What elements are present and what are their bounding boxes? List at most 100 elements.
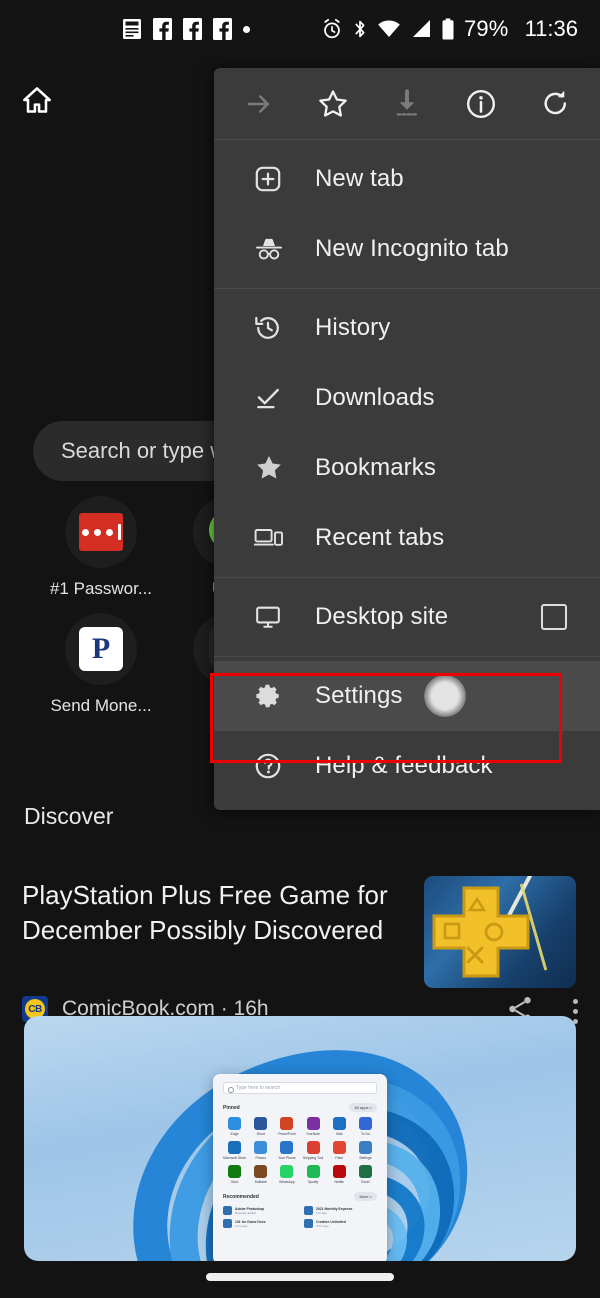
menu-item-label: New tab (315, 165, 404, 193)
start-menu-recommended-item: 2021 Monthly Expense1 hr ago (304, 1206, 377, 1215)
home-gesture-pill[interactable] (206, 1273, 394, 1281)
menu-item-downloads[interactable]: Downloads (214, 363, 600, 433)
reload-icon[interactable] (527, 76, 583, 132)
start-menu-app-icon (228, 1165, 241, 1178)
start-menu-app-label: WhatsApp (275, 1180, 298, 1184)
home-icon[interactable] (22, 86, 52, 119)
start-menu-app-icon (333, 1141, 346, 1154)
paypal-icon: P (79, 627, 123, 671)
start-recommended-header: Recommended More > (223, 1192, 377, 1201)
start-menu-app-icon (333, 1117, 346, 1130)
star-icon[interactable] (305, 76, 361, 132)
start-menu-app-label: Netflix (328, 1180, 351, 1184)
menu-item-label: Desktop site (315, 603, 448, 631)
start-menu-app: Edge (223, 1117, 246, 1136)
news-icon (122, 18, 142, 40)
shortcut-tile-paypal[interactable]: P Send Mone... (37, 613, 165, 716)
start-menu-app-icon (280, 1141, 293, 1154)
facebook-icon (183, 18, 202, 40)
windows-start-menu: Type here to search Pinned All apps > Ed… (213, 1074, 387, 1261)
start-search-placeholder: Type here to search (236, 1085, 280, 1091)
menu-item-desktop-site[interactable]: Desktop site (214, 582, 600, 652)
start-pinned-header: Pinned All apps > (223, 1103, 377, 1112)
start-menu-search: Type here to search (223, 1082, 377, 1094)
start-menu-app: To Do (354, 1117, 377, 1136)
start-menu-app-label: Word (249, 1132, 272, 1136)
dot-icon (243, 26, 250, 33)
start-menu-app-label: PowerPoint (275, 1132, 298, 1136)
start-menu-app-icon (280, 1165, 293, 1178)
menu-section-tabs: New tab New Incognito tab (214, 140, 600, 289)
settings-gear-icon (254, 682, 294, 710)
notification-icons (122, 18, 250, 40)
menu-item-new-incognito-tab[interactable]: New Incognito tab (214, 214, 600, 284)
start-menu-recommended-item: Creative Unlimited3 hrs ago (304, 1219, 377, 1228)
android-navigation-bar (0, 1261, 600, 1298)
menu-item-label: History (315, 314, 390, 342)
start-menu-app-icon (254, 1141, 267, 1154)
menu-item-label: Recent tabs (315, 524, 444, 552)
start-menu-app-icon (359, 1165, 372, 1178)
menu-item-new-tab[interactable]: New tab (214, 144, 600, 214)
start-pinned-grid: EdgeWordPowerPointOneNoteMailTo DoMicros… (223, 1117, 377, 1184)
start-menu-recommended-item: Adobe PhotoshopRecently added (223, 1206, 296, 1215)
start-menu-app: WhatsApp (275, 1165, 298, 1184)
phone-screen: 79% 11:36 G Search or type w #1 Passwor.… (0, 0, 600, 1298)
forward-arrow-icon[interactable] (231, 76, 287, 132)
start-menu-app-label: Mail (328, 1132, 351, 1136)
start-menu-app-label: Xbox (223, 1180, 246, 1184)
start-menu-app: Settings (354, 1141, 377, 1160)
start-menu-recommended-icon (223, 1219, 232, 1228)
facebook-icon (153, 18, 172, 40)
menu-item-label: Bookmarks (315, 454, 436, 482)
new-tab-icon (254, 165, 294, 193)
start-menu-app-icon (254, 1165, 267, 1178)
start-menu-recommended-text: Creative Unlimited3 hrs ago (316, 1220, 346, 1228)
download-icon[interactable] (379, 76, 435, 132)
alarm-icon (321, 18, 343, 40)
all-apps-button: All apps > (349, 1103, 377, 1112)
start-menu-app-label: Excel (354, 1180, 377, 1184)
cellular-signal-icon (410, 19, 432, 39)
history-icon (254, 314, 294, 342)
menu-item-bookmarks[interactable]: Bookmarks (214, 433, 600, 503)
status-bar: 79% 11:36 (0, 0, 600, 58)
menu-item-history[interactable]: History (214, 293, 600, 363)
start-menu-app-label: Settings (354, 1156, 377, 1160)
more-button: More > (354, 1192, 377, 1201)
start-menu-recommended-item: 101 for Game Devs2 hrs ago (223, 1219, 296, 1228)
start-menu-recommended-text: 101 for Game Devs2 hrs ago (235, 1220, 266, 1228)
info-icon[interactable] (453, 76, 509, 132)
start-menu-app: Excel (354, 1165, 377, 1184)
start-menu-app-label: Spotify (301, 1180, 324, 1184)
menu-item-label: Help & feedback (315, 752, 493, 780)
incognito-icon (254, 236, 294, 262)
menu-toolbar (214, 68, 600, 140)
start-menu-app-label: Edge (223, 1132, 246, 1136)
shortcut-icon-wrap: P (65, 613, 137, 685)
pinned-label: Pinned (223, 1105, 240, 1111)
windows-screenshot-card[interactable]: Type here to search Pinned All apps > Ed… (24, 1016, 576, 1261)
start-menu-app-icon (228, 1141, 241, 1154)
discover-section-heading: Discover (24, 803, 113, 830)
start-menu-app-icon (359, 1117, 372, 1130)
start-menu-app: Solitaire (249, 1165, 272, 1184)
start-menu-app-label: To Do (354, 1132, 377, 1136)
shortcut-tile-lastpass[interactable]: #1 Passwor... (37, 496, 165, 599)
article-title: PlayStation Plus Free Game for December … (22, 878, 412, 949)
start-menu-app-icon (307, 1117, 320, 1130)
menu-item-settings[interactable]: Settings (214, 661, 600, 731)
shortcut-label: #1 Passwor... (37, 579, 165, 599)
start-menu-app: Snipping Tool (301, 1141, 324, 1160)
help-icon (254, 752, 294, 780)
start-menu-app-label: OneNote (301, 1132, 324, 1136)
menu-item-help-feedback[interactable]: Help & feedback (214, 731, 600, 801)
more-vertical-icon[interactable] (573, 999, 578, 1024)
start-menu-recommended-text: 2021 Monthly Expense1 hr ago (316, 1207, 352, 1215)
battery-percent: 79% (464, 16, 509, 42)
menu-item-recent-tabs[interactable]: Recent tabs (214, 503, 600, 573)
desktop-site-checkbox[interactable] (541, 604, 567, 630)
start-menu-app-icon (307, 1141, 320, 1154)
start-menu-app-icon (359, 1141, 372, 1154)
start-menu-app: OneNote (301, 1117, 324, 1136)
